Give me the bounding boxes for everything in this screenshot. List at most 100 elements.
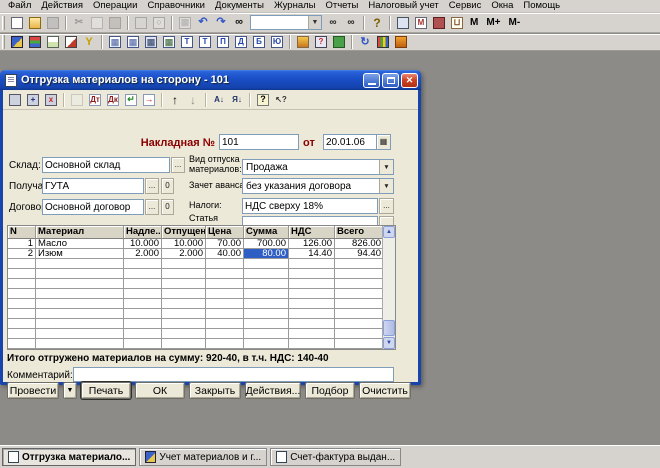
contract-input[interactable] xyxy=(42,199,144,215)
find-prev-icon[interactable]: ∞ xyxy=(342,15,360,31)
print-form-icon[interactable]: + xyxy=(24,92,42,108)
find-icon[interactable]: ∞ xyxy=(230,15,248,31)
taxes-browse-button[interactable]: ... xyxy=(379,198,394,214)
scroll-up-icon[interactable]: ▲ xyxy=(383,226,395,238)
filter-icon[interactable]: Y xyxy=(80,34,98,50)
table-empty-row[interactable] xyxy=(8,339,395,349)
debit-posting-icon[interactable]: Дт xyxy=(86,92,104,108)
table-empty-row[interactable] xyxy=(8,309,395,319)
journal-button-4[interactable]: ▦ xyxy=(160,34,178,50)
redo-icon[interactable]: ↷ xyxy=(212,15,230,31)
table-empty-row[interactable] xyxy=(8,259,395,269)
print-icon[interactable] xyxy=(6,92,24,108)
totals-icon[interactable] xyxy=(294,34,312,50)
display-board-icon[interactable] xyxy=(394,15,412,31)
invoice-date-input[interactable] xyxy=(323,134,376,150)
tab-invoice-issued[interactable]: Счет-фактура выдан... xyxy=(270,448,401,466)
help-icon[interactable]: ? xyxy=(368,15,386,31)
warehouse-input[interactable] xyxy=(42,157,170,173)
ok-button[interactable]: ОК xyxy=(135,382,185,399)
help-icon[interactable]: ? xyxy=(254,92,272,108)
maximize-button[interactable] xyxy=(382,73,399,88)
journal-button-b[interactable]: Б xyxy=(250,34,268,50)
table-row[interactable]: 2 Изюм 2.000 2.000 40.00 80.00 14.40 94.… xyxy=(8,249,395,259)
tab-materials-journal[interactable]: Учет материалов и г... xyxy=(139,448,267,466)
menu-tax-accounting[interactable]: Налоговый учет xyxy=(363,0,443,12)
memory-plus-button[interactable]: М+ xyxy=(482,15,504,31)
menu-help[interactable]: Помощь xyxy=(518,0,565,12)
materials-table[interactable]: N Материал Надле... Отпущено Цена Сумма … xyxy=(7,225,396,350)
clear-button[interactable]: Очистить xyxy=(359,382,411,399)
new-document-icon[interactable] xyxy=(8,15,26,31)
reports-icon[interactable] xyxy=(26,34,44,50)
tab-shipment-document[interactable]: Отгрузка материало... xyxy=(2,448,136,466)
actions-button[interactable]: Действия... xyxy=(245,382,301,399)
contract-history-button[interactable]: 0 xyxy=(161,199,174,215)
menu-operations[interactable]: Операции xyxy=(88,0,142,12)
toolbar-grip[interactable] xyxy=(2,35,5,49)
monitor-users-icon[interactable]: ? xyxy=(312,34,330,50)
minimize-button[interactable] xyxy=(363,73,380,88)
table-row[interactable]: 1 Масло 10.000 10.000 70.00 700.00 126.0… xyxy=(8,239,395,249)
window-title-bar[interactable]: Отгрузка материалов на сторону - 101 ✕ xyxy=(0,70,421,90)
column-header[interactable]: Цена xyxy=(206,226,244,239)
calendar-icon[interactable]: М xyxy=(412,15,430,31)
advance-offset-combo[interactable]: без указания договора ▼ xyxy=(242,178,394,194)
goto-document-icon[interactable]: → xyxy=(140,92,158,108)
table-scrollbar[interactable]: ▲ ▼ xyxy=(382,226,395,349)
taxes-input[interactable] xyxy=(242,198,378,214)
documents-stack-icon[interactable] xyxy=(44,34,62,50)
menu-service[interactable]: Сервис xyxy=(444,0,487,12)
menu-reports[interactable]: Отчеты xyxy=(320,0,363,12)
journal-button-3[interactable]: ▦ xyxy=(142,34,160,50)
calendar-picker-icon[interactable]: ▦ xyxy=(376,134,391,150)
sort-ascending-icon[interactable]: А↓ xyxy=(210,92,228,108)
invoice-number-input[interactable] xyxy=(219,134,299,150)
menu-file[interactable]: Файл xyxy=(3,0,36,12)
open-folder-icon[interactable] xyxy=(26,15,44,31)
menu-actions[interactable]: Действия xyxy=(36,0,88,12)
menu-documents[interactable]: Документы xyxy=(210,0,269,12)
chevron-down-icon[interactable]: ▼ xyxy=(308,16,321,29)
enter-on-base-icon[interactable]: ↵ xyxy=(122,92,140,108)
menu-journals[interactable]: Журналы xyxy=(269,0,321,12)
book-icon[interactable]: ⊔ xyxy=(448,15,466,31)
internet-icon[interactable] xyxy=(330,34,348,50)
column-header[interactable]: N xyxy=(8,226,36,239)
calculator-icon[interactable] xyxy=(430,15,448,31)
journal-button-1[interactable]: ▦ xyxy=(106,34,124,50)
column-header[interactable]: НДС xyxy=(289,226,335,239)
close-form-button[interactable]: Закрыть xyxy=(189,382,241,399)
journal-button-p[interactable]: П xyxy=(214,34,232,50)
pick-button[interactable]: Подбор xyxy=(305,382,355,399)
journal-button-t1[interactable]: Т xyxy=(178,34,196,50)
post-dropdown-icon[interactable]: ▼ xyxy=(63,382,77,399)
memory-minus-button[interactable]: М- xyxy=(505,15,525,31)
print-button[interactable]: Печать xyxy=(81,382,131,399)
journal-button-2[interactable]: ▦ xyxy=(124,34,142,50)
warehouse-browse-button[interactable]: ... xyxy=(171,157,185,173)
palette-icon[interactable] xyxy=(374,34,392,50)
scroll-down-icon[interactable]: ▼ xyxy=(383,337,395,349)
journal-button-t2[interactable]: Т xyxy=(196,34,214,50)
menu-windows[interactable]: Окна xyxy=(486,0,518,12)
undo-icon[interactable]: ↶ xyxy=(194,15,212,31)
search-combo[interactable]: ▼ xyxy=(250,15,322,30)
table-empty-row[interactable] xyxy=(8,319,395,329)
refresh-icon[interactable]: ↻ xyxy=(356,34,374,50)
journal-button-yu[interactable]: Ю xyxy=(268,34,286,50)
recipient-input[interactable] xyxy=(42,178,144,194)
column-header[interactable]: Отпущено xyxy=(162,226,206,239)
contract-browse-button[interactable]: ... xyxy=(145,199,159,215)
table-empty-row[interactable] xyxy=(8,329,395,339)
guide-icon[interactable] xyxy=(392,34,410,50)
chevron-down-icon[interactable]: ▼ xyxy=(379,160,393,174)
find-next-icon[interactable]: ∞ xyxy=(324,15,342,31)
memory-recall-button[interactable]: М xyxy=(466,15,482,31)
close-button[interactable]: ✕ xyxy=(401,73,418,88)
toolbar-grip[interactable] xyxy=(2,16,5,30)
table-empty-row[interactable] xyxy=(8,269,395,279)
documents-journal-icon[interactable] xyxy=(8,34,26,50)
table-empty-row[interactable] xyxy=(8,279,395,289)
table-empty-row[interactable] xyxy=(8,289,395,299)
